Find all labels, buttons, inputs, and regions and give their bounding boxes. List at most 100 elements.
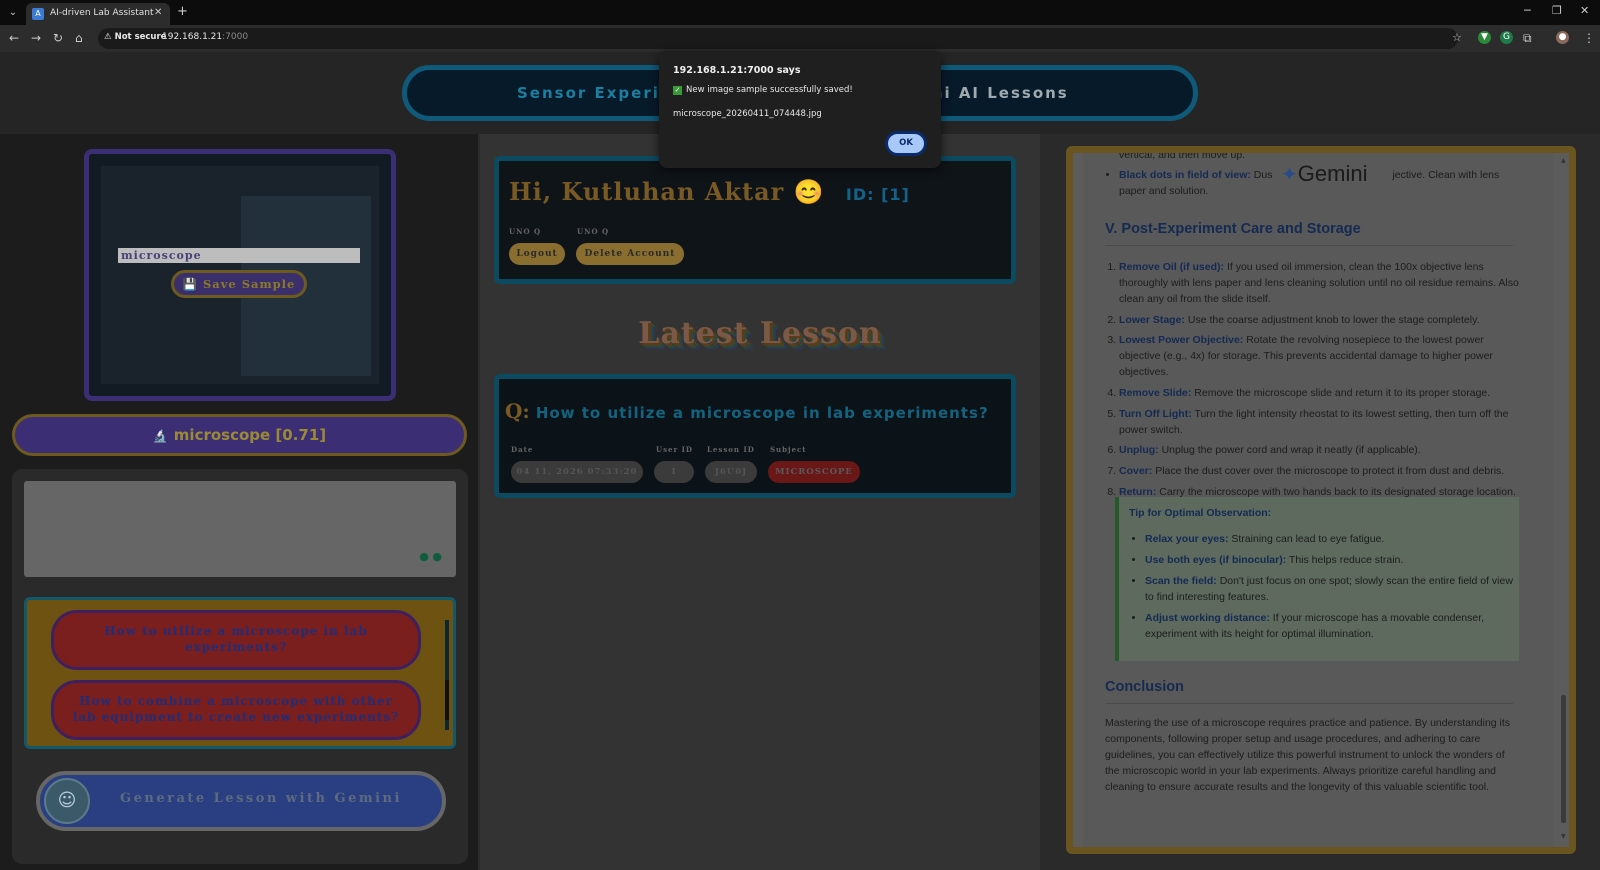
lesson-content: vertical, and then move up. Black dots i… <box>1083 153 1553 847</box>
not-secure-label: Not secure <box>114 32 167 42</box>
list-item-text: Dus <box>1253 169 1273 181</box>
grammarly-icon[interactable]: ● ● <box>419 550 442 563</box>
tab-title: AI-driven Lab Assistant <box>50 8 154 18</box>
user-id-label: User ID <box>656 445 693 454</box>
care-step: Turn Off Light: Turn the light intensity… <box>1119 406 1519 438</box>
reload-icon[interactable]: ↻ <box>53 31 63 45</box>
question-option-1[interactable]: How to utilize a microscope in lab exper… <box>51 610 421 670</box>
tab-close-icon[interactable]: ✕ <box>154 7 162 18</box>
care-step: Unplug: Unplug the power cord and wrap i… <box>1119 442 1519 458</box>
tip-label: Relax your eyes: <box>1145 533 1229 545</box>
tip-item: Use both eyes (if binocular): This helps… <box>1145 552 1515 568</box>
tip-item: Adjust working distance: If your microsc… <box>1145 610 1515 642</box>
user-id-chip: 1 <box>654 461 694 483</box>
alert-dialog: 192.168.1.21:7000 says ✓ New image sample… <box>659 51 941 168</box>
care-step-label: Lower Stage: <box>1119 313 1185 326</box>
tip-callout: Tip for Optimal Observation: Relax your … <box>1115 497 1519 661</box>
care-step: Lowest Power Objective: Rotate the revol… <box>1119 332 1519 380</box>
profile-avatar[interactable]: ● <box>1556 31 1569 44</box>
care-step-label: Return: <box>1119 485 1157 498</box>
puzzle-icon[interactable]: ⧉ <box>1523 31 1532 46</box>
save-sample-button[interactable]: 💾 Save Sample <box>171 270 307 298</box>
browser-tab[interactable]: A AI-driven Lab Assistant ✕ <box>26 3 170 25</box>
date-chip: 04 11, 2026 07:33:20 <box>511 461 643 483</box>
tip-label: Adjust working distance: <box>1145 612 1270 624</box>
lesson-document: vertical, and then move up. Black dots i… <box>1066 146 1576 854</box>
grammarly-extension-icon[interactable]: G <box>1500 31 1513 44</box>
smile-emoji-icon: 😊 <box>793 177 825 206</box>
dialog-title: 192.168.1.21:7000 says <box>673 65 801 76</box>
board-label-left: UNO Q <box>509 227 542 236</box>
care-steps-list: Remove Oil (if used): If you used oil im… <box>1119 259 1519 505</box>
address-bar[interactable]: ⚠ Not secure 192.168.1.21:7000 ☆ <box>98 28 1462 49</box>
tip-label: Scan the field: <box>1145 575 1217 587</box>
detection-result: 🔬 microscope [0.71] <box>12 414 467 456</box>
scrollbar-thumb[interactable] <box>445 680 449 720</box>
generate-lesson-label: Generate Lesson with Gemini <box>120 791 402 806</box>
user-card: Hi, Kutluhan Aktar 😊 ID: [1] UNO Q UNO Q… <box>494 156 1016 284</box>
list-item-text-c: solution. <box>1169 185 1209 197</box>
conclusion-text: Mastering the use of a microscope requir… <box>1105 717 1511 793</box>
care-step-text: Place the dust cover over the microscope… <box>1155 465 1505 478</box>
list-item-label: Black dots in field of view: <box>1119 169 1251 181</box>
care-step-text: Carry the microscope with two hands back… <box>1159 485 1516 498</box>
tip-list: Relax your eyes: Straining can lead to e… <box>1145 531 1515 647</box>
lesson-question-text: How to utilize a microscope in lab exper… <box>535 404 989 422</box>
subject-label: Subject <box>770 445 807 454</box>
logout-button[interactable]: Logout <box>509 243 565 265</box>
care-step-text: Remove the microscope slide and return i… <box>1194 387 1491 400</box>
gemini-logo: ✦Gemini <box>1281 161 1367 187</box>
minimize-icon[interactable]: ─ <box>1524 4 1531 17</box>
latest-lesson-card[interactable]: Q: How to utilize a microscope in lab exp… <box>494 374 1016 498</box>
back-arrow-icon[interactable]: ← <box>9 31 19 45</box>
care-step-label: Lowest Power Objective: <box>1119 334 1244 347</box>
care-step: Lower Stage: Use the coarse adjustment k… <box>1119 312 1519 328</box>
care-step-label: Cover: <box>1119 465 1153 478</box>
tip-item: Relax your eyes: Straining can lead to e… <box>1145 531 1515 547</box>
url-text: 192.168.1.21:7000 <box>162 32 248 42</box>
care-step: Remove Oil (if used): If you used oil im… <box>1119 259 1519 307</box>
restore-icon[interactable]: ❐ <box>1552 4 1562 17</box>
left-panel: 💾 Save Sample 🔬 microscope [0.71] ● ● How… <box>0 134 478 870</box>
care-step: Remove Slide: Remove the microscope slid… <box>1119 385 1519 401</box>
date-label: Date <box>511 445 534 454</box>
home-icon[interactable]: ⌂ <box>75 31 83 45</box>
question-mark-label: Q: <box>505 399 530 423</box>
page: Sensor Experime mini AI Lessons 💾 Save S… <box>0 52 1600 870</box>
dialog-ok-button[interactable]: OK <box>885 131 927 156</box>
check-icon: ✓ <box>673 86 682 95</box>
suggestions-scrollbar[interactable] <box>445 620 449 730</box>
tip-title: Tip for Optimal Observation: <box>1129 507 1272 519</box>
security-indicator[interactable]: ⚠ Not secure <box>104 32 166 42</box>
board-label-right: UNO Q <box>577 227 610 236</box>
kebab-menu-icon[interactable]: ⋮ <box>1583 31 1595 45</box>
scroll-up-icon[interactable]: ▲ <box>1561 157 1566 164</box>
question-textarea[interactable]: ● ● <box>24 481 456 577</box>
tab-favicon-icon: A <box>32 8 44 20</box>
shield-extension-icon[interactable]: ▼ <box>1478 31 1491 44</box>
new-tab-icon[interactable]: + <box>177 4 188 19</box>
gemini-star-icon: ✦ <box>1281 162 1298 186</box>
lesson-scrollbar[interactable]: ▲ ▼ <box>1561 157 1567 841</box>
generate-lesson-button[interactable]: ☺ Generate Lesson with Gemini <box>36 771 446 831</box>
bookmark-star-icon[interactable]: ☆ <box>1452 31 1462 44</box>
detection-label: microscope [0.71] <box>173 426 327 444</box>
tab-search-icon[interactable]: ⌄ <box>5 5 21 21</box>
question-suggestions: How to utilize a microscope in lab exper… <box>24 597 456 749</box>
url-port: :7000 <box>222 32 249 42</box>
forward-arrow-icon[interactable]: → <box>31 31 41 45</box>
sample-label-input[interactable] <box>118 248 360 263</box>
tip-text: Straining can lead to eye fatigue. <box>1231 533 1385 545</box>
question-option-2[interactable]: How to combine a microscope with other l… <box>51 680 421 740</box>
latest-lesson-title: Latest Lesson <box>638 316 882 351</box>
scrollbar-thumb[interactable] <box>1561 695 1566 823</box>
lesson-question: Q: How to utilize a microscope in lab exp… <box>505 399 989 423</box>
scroll-down-icon[interactable]: ▼ <box>1561 833 1566 840</box>
url-host: 192.168.1.21 <box>162 32 223 42</box>
divider <box>1105 703 1513 704</box>
section-heading-v: V. Post-Experiment Care and Storage <box>1105 221 1361 237</box>
window-close-icon[interactable]: ✕ <box>1580 4 1589 17</box>
delete-account-button[interactable]: Delete Account <box>576 243 684 265</box>
browser-tab-bar: ⌄ A AI-driven Lab Assistant ✕ + ─ ❐ ✕ <box>0 0 1600 25</box>
divider <box>1105 245 1513 246</box>
